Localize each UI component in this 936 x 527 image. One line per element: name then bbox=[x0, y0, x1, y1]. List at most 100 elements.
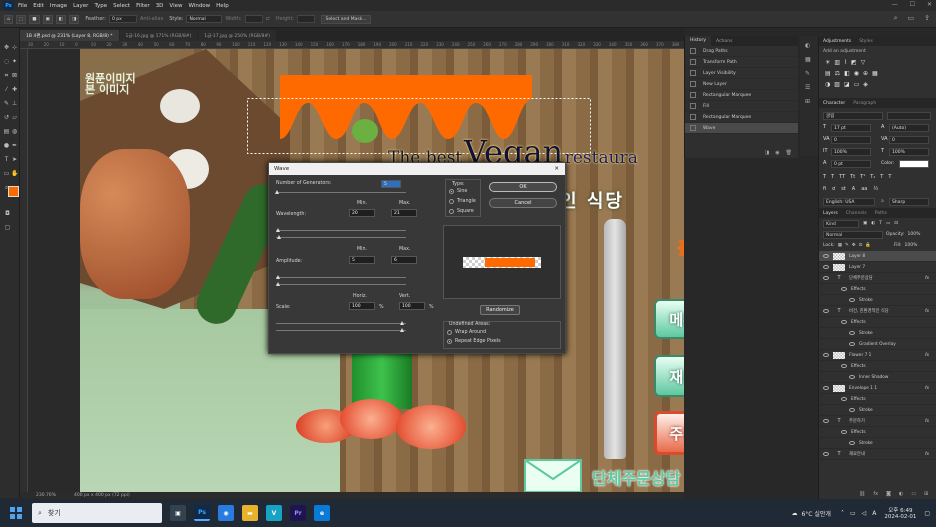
menu-image[interactable]: Image bbox=[50, 3, 67, 9]
channel-mixer-icon[interactable]: ⊕ bbox=[863, 70, 868, 77]
libraries-panel-icon[interactable]: ⊞ bbox=[805, 98, 810, 105]
amplitude-max-slider[interactable] bbox=[276, 284, 406, 285]
layer-row[interactable]: T 단체주문상담 fx bbox=[819, 273, 936, 284]
posterize-icon[interactable]: ▨ bbox=[834, 81, 840, 88]
visibility-eye-icon[interactable] bbox=[841, 397, 847, 401]
threshold-icon[interactable]: ◪ bbox=[844, 81, 850, 88]
task-view-icon[interactable]: ▣ bbox=[170, 505, 186, 521]
layer-effect-row[interactable]: Effects bbox=[819, 394, 936, 405]
lock-pixels-icon[interactable]: ▦ bbox=[838, 243, 842, 248]
fx-badge-icon[interactable]: fx bbox=[925, 386, 929, 391]
all-caps-icon[interactable]: TT bbox=[839, 174, 845, 180]
baseline-shift-input[interactable]: 0 pt bbox=[831, 160, 871, 168]
lock-artboard-icon[interactable]: ⊡ bbox=[859, 243, 863, 248]
tab-history[interactable]: History bbox=[685, 36, 712, 46]
type-triangle-radio[interactable] bbox=[449, 199, 454, 204]
filter-shape-icon[interactable]: ▭ bbox=[886, 221, 890, 226]
history-item[interactable]: Rectangular Marquee bbox=[685, 112, 798, 123]
curves-icon[interactable]: ⌇ bbox=[844, 59, 847, 66]
weather-text[interactable]: 6°C 실안개 bbox=[801, 509, 830, 518]
generators-slider[interactable] bbox=[276, 192, 406, 193]
folder-taskbar-icon[interactable]: ▬ bbox=[242, 505, 258, 521]
notification-icon[interactable]: ▢ bbox=[924, 510, 930, 517]
scale-horiz-slider[interactable] bbox=[276, 323, 406, 324]
browser-taskbar-icon[interactable]: ◉ bbox=[218, 505, 234, 521]
history-brush-icon[interactable]: ↺ bbox=[3, 114, 10, 121]
menu-view[interactable]: View bbox=[169, 3, 182, 9]
zoom-level[interactable]: 230.76% bbox=[36, 493, 56, 498]
eyedropper-tool-icon[interactable]: ⁄ bbox=[3, 86, 10, 93]
subscript-icon[interactable]: T₁ bbox=[870, 174, 875, 180]
vibrance-icon[interactable]: ▽ bbox=[861, 59, 866, 66]
superscript-icon[interactable]: T¹ bbox=[860, 174, 865, 180]
faux-italic-icon[interactable]: T bbox=[831, 174, 834, 180]
photo-filter-icon[interactable]: ◉ bbox=[854, 70, 859, 77]
wavelength-min-knob[interactable] bbox=[276, 228, 280, 232]
bw-icon[interactable]: ◧ bbox=[844, 70, 850, 77]
properties-panel-icon[interactable]: ☰ bbox=[805, 84, 810, 91]
fx-badge-icon[interactable]: fx bbox=[925, 309, 929, 314]
network-icon[interactable]: ▭ bbox=[850, 510, 856, 517]
small-caps-icon[interactable]: Tt bbox=[850, 174, 855, 180]
select-and-mask-button[interactable]: Select and Mask... bbox=[321, 14, 372, 24]
add-selection-icon[interactable]: ▣ bbox=[42, 14, 53, 24]
tray-up-icon[interactable]: ˄ bbox=[841, 510, 844, 517]
layer-effect-row[interactable]: Inner Shadow bbox=[819, 372, 936, 383]
layer-effect-row[interactable]: Gradient Overlay bbox=[819, 339, 936, 350]
visibility-eye-icon[interactable] bbox=[841, 430, 847, 434]
filter-adjust-icon[interactable]: ◐ bbox=[871, 221, 875, 226]
hue-icon[interactable]: ▤ bbox=[825, 70, 831, 77]
intersect-selection-icon[interactable]: ◨ bbox=[69, 14, 80, 24]
edge-taskbar-icon[interactable]: e bbox=[314, 505, 330, 521]
amplitude-min-input[interactable]: 5 bbox=[349, 256, 375, 264]
history-item[interactable]: Fill bbox=[685, 101, 798, 112]
order-button[interactable]: 주문하기 bbox=[654, 411, 684, 455]
hand-tool-icon[interactable]: ✋ bbox=[11, 170, 18, 177]
menu-edit[interactable]: Edit bbox=[33, 3, 44, 9]
trash-icon[interactable]: 🗑 bbox=[786, 150, 792, 156]
layer-row[interactable]: Layer 8 bbox=[819, 251, 936, 262]
fill-input[interactable]: 100% bbox=[905, 243, 918, 248]
feather-input[interactable]: 0 px bbox=[108, 15, 137, 23]
ok-button[interactable]: OK bbox=[489, 182, 557, 192]
lock-paint-icon[interactable]: ✎ bbox=[845, 243, 849, 248]
new-layer-icon[interactable]: ⊞ bbox=[924, 491, 928, 497]
camera-icon[interactable]: ◉ bbox=[775, 150, 779, 156]
mask-icon[interactable]: ◙ bbox=[886, 491, 891, 497]
leading-input[interactable]: (Auto) bbox=[889, 124, 929, 132]
visibility-eye-icon[interactable] bbox=[823, 254, 829, 258]
group-icon[interactable]: ▭ bbox=[911, 491, 916, 497]
layer-effect-row[interactable]: Stroke bbox=[819, 295, 936, 306]
eraser-tool-icon[interactable]: ▱ bbox=[11, 114, 18, 121]
visibility-eye-icon[interactable] bbox=[849, 331, 855, 335]
menu-type[interactable]: Type bbox=[94, 3, 107, 9]
layer-effect-row[interactable]: Effects bbox=[819, 427, 936, 438]
fx-badge-icon[interactable]: fx bbox=[925, 452, 929, 457]
repeat-edge-radio[interactable] bbox=[447, 339, 452, 344]
visibility-eye-icon[interactable] bbox=[849, 408, 855, 412]
randomize-button[interactable]: Randomize bbox=[480, 305, 520, 315]
new-selection-icon[interactable]: ■ bbox=[29, 14, 40, 24]
vertical-scale-input[interactable]: 100% bbox=[831, 148, 871, 156]
width-input[interactable] bbox=[244, 15, 263, 23]
generators-slider-knob[interactable] bbox=[275, 190, 279, 194]
history-item[interactable]: Transform Path bbox=[685, 57, 798, 68]
amplitude-max-input[interactable]: 6 bbox=[391, 256, 417, 264]
snapshot-icon[interactable]: ◨ bbox=[765, 150, 770, 156]
brush-tool-icon[interactable]: ✎ bbox=[3, 100, 10, 107]
artboard-tool-icon[interactable]: ⊹ bbox=[11, 44, 18, 51]
filter-type-icon[interactable]: T bbox=[879, 221, 882, 226]
antialias-select[interactable]: Sharp bbox=[889, 198, 929, 206]
blur-tool-icon[interactable]: ◍ bbox=[11, 128, 18, 135]
wavelength-min-input[interactable]: 20 bbox=[349, 209, 375, 217]
healing-tool-icon[interactable]: ✚ bbox=[11, 86, 18, 93]
layer-row[interactable]: Flower 7 1 fx bbox=[819, 350, 936, 361]
layer-effect-row[interactable]: Effects bbox=[819, 317, 936, 328]
pen-tool-icon[interactable]: ✒ bbox=[11, 142, 18, 149]
layer-effect-row[interactable]: Stroke bbox=[819, 405, 936, 416]
balance-icon[interactable]: ⚖ bbox=[835, 70, 840, 77]
volume-icon[interactable]: ◁ bbox=[862, 510, 867, 517]
ligature-icon[interactable]: fi bbox=[823, 186, 826, 192]
amplitude-min-knob[interactable] bbox=[276, 275, 280, 279]
font-family-select[interactable]: 굴림 bbox=[823, 112, 883, 120]
